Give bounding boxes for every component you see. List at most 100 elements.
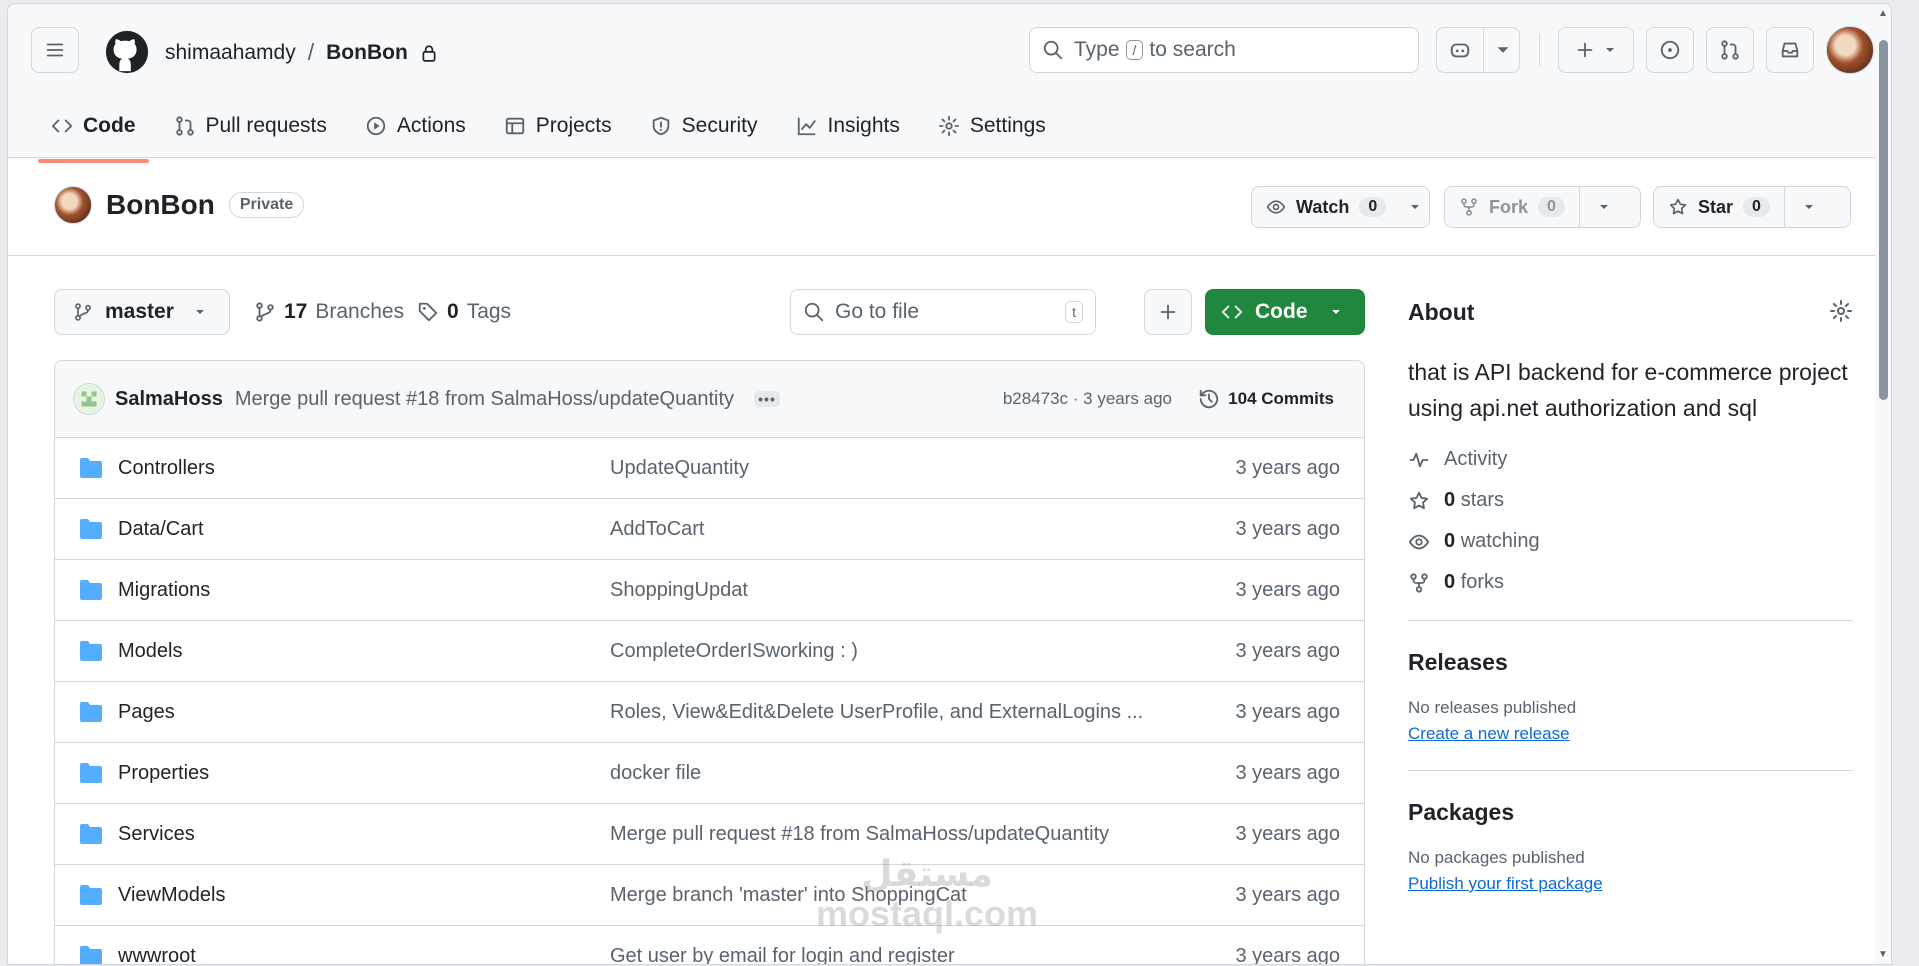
table-row[interactable]: wwwroot Get user by email for login and r…	[55, 926, 1364, 965]
file-name[interactable]: Controllers	[118, 457, 215, 480]
search-input[interactable]: Type / to search	[1029, 27, 1419, 73]
file-commit-message[interactable]: docker file	[610, 762, 701, 785]
file-commit-message[interactable]: ShoppingUpdat	[610, 579, 748, 602]
file-name[interactable]: Migrations	[118, 579, 210, 602]
releases-title[interactable]: Releases	[1408, 649, 1853, 676]
tags-count: 0	[447, 300, 459, 323]
forks-count: 0	[1444, 571, 1456, 593]
star-icon	[1410, 491, 1428, 509]
file-commit-message[interactable]: Get user by email for login and register	[610, 945, 955, 965]
table-row[interactable]: Controllers UpdateQuantity 3 years ago	[55, 438, 1364, 499]
branch-selector[interactable]: master	[54, 289, 230, 335]
file-name[interactable]: ViewModels	[118, 884, 225, 907]
scrollbar[interactable]: ▲ ▼	[1875, 4, 1891, 964]
repo-name[interactable]: BonBon	[106, 189, 215, 221]
tab-label: Insights	[827, 114, 900, 137]
file-commit-date: 3 years ago	[1235, 456, 1340, 479]
stars-link[interactable]: 0 stars	[1408, 489, 1853, 512]
tab-pull-requests[interactable]: Pull requests	[161, 104, 340, 152]
owner-avatar[interactable]	[54, 186, 92, 224]
copilot-button[interactable]	[1436, 27, 1520, 73]
create-release-link[interactable]: Create a new release	[1408, 724, 1853, 744]
packages-section: Packages No packages published Publish y…	[1408, 799, 1853, 894]
table-row[interactable]: Pages Roles, View&Edit&Delete UserProfile…	[55, 682, 1364, 743]
watch-button[interactable]: Watch 0	[1252, 187, 1400, 227]
commits-link[interactable]: 104 Commits	[1198, 388, 1334, 410]
folder-icon	[80, 580, 102, 600]
commits-count: 104 Commits	[1228, 389, 1334, 408]
go-to-file-placeholder: Go to file	[835, 300, 920, 323]
commit-sha-time[interactable]: b28473c · 3 years ago	[1003, 389, 1172, 409]
file-commit-message[interactable]: UpdateQuantity	[610, 457, 749, 480]
go-to-file-input[interactable]: Go to file t	[790, 289, 1096, 335]
tab-projects[interactable]: Projects	[491, 104, 625, 152]
forks-link[interactable]: 0 forks	[1408, 571, 1853, 594]
folder-icon	[80, 763, 102, 783]
add-file-button[interactable]	[1144, 289, 1192, 335]
tab-security[interactable]: Security	[637, 104, 771, 152]
tab-code[interactable]: Code	[38, 104, 149, 163]
commit-details-toggle[interactable]: •••	[754, 391, 780, 407]
file-commit-date: 3 years ago	[1235, 883, 1340, 906]
publish-package-link[interactable]: Publish your first package	[1408, 874, 1853, 894]
inbox-button[interactable]	[1766, 27, 1814, 73]
scroll-down-arrow[interactable]: ▼	[1878, 949, 1888, 960]
file-commit-message[interactable]: Merge pull request #18 from SalmaHoss/up…	[610, 823, 1109, 846]
commit-author-avatar[interactable]	[73, 383, 105, 415]
folder-icon	[80, 824, 102, 844]
pull-request-icon	[1721, 40, 1739, 60]
repo-link[interactable]: BonBon	[326, 41, 408, 65]
file-name[interactable]: Data/Cart	[118, 518, 204, 541]
watching-link[interactable]: 0 watching	[1408, 530, 1853, 553]
star-button[interactable]: Star 0	[1654, 187, 1785, 227]
code-dropdown-button[interactable]: Code	[1205, 289, 1365, 335]
fork-dropdown[interactable]	[1580, 187, 1628, 227]
packages-title[interactable]: Packages	[1408, 799, 1853, 826]
commit-author[interactable]: SalmaHoss	[115, 388, 223, 411]
star-dropdown[interactable]	[1785, 187, 1833, 227]
scrollbar-thumb[interactable]	[1879, 40, 1888, 400]
graph-icon	[797, 117, 816, 136]
table-row[interactable]: Properties docker file 3 years ago	[55, 743, 1364, 804]
file-commit-message[interactable]: CompleteOrderISworking : )	[610, 640, 858, 663]
menu-button[interactable]	[31, 27, 79, 73]
table-row[interactable]: Models CompleteOrderISworking : ) 3 years …	[55, 621, 1364, 682]
caret-down-icon	[1606, 48, 1614, 52]
file-name[interactable]: Properties	[118, 762, 209, 785]
file-name[interactable]: Models	[118, 640, 182, 663]
tab-insights[interactable]: Insights	[783, 104, 913, 152]
commit-message[interactable]: Merge pull request #18 from SalmaHoss/up…	[235, 388, 734, 411]
fork-button[interactable]: Fork 0	[1445, 187, 1580, 227]
user-avatar[interactable]	[1826, 26, 1874, 74]
tab-settings[interactable]: Settings	[925, 104, 1059, 152]
caret-down-icon	[1410, 205, 1419, 209]
gear-icon[interactable]	[1829, 299, 1853, 323]
table-row[interactable]: ViewModels Merge branch 'master' into Sho…	[55, 865, 1364, 926]
caret-down-icon	[1497, 47, 1508, 53]
scroll-up-arrow[interactable]: ▲	[1878, 8, 1888, 19]
search-icon	[804, 302, 824, 322]
star-count: 0	[1743, 197, 1770, 217]
file-commit-message[interactable]: Roles, View&Edit&Delete UserProfile, and…	[610, 701, 1143, 724]
search-prefix: Type	[1074, 38, 1120, 61]
watch-dropdown[interactable]	[1400, 187, 1429, 227]
file-commit-message[interactable]: AddToCart	[610, 518, 705, 541]
table-row[interactable]: Services Merge pull request #18 from Salm…	[55, 804, 1364, 865]
about-sidebar: About that is API backend for e-commerce…	[1408, 299, 1853, 894]
pull-requests-button[interactable]	[1706, 27, 1754, 73]
file-name[interactable]: Services	[118, 823, 195, 846]
table-row[interactable]: Migrations ShoppingUpdat 3 years ago	[55, 560, 1364, 621]
lock-icon	[422, 44, 436, 62]
tags-link[interactable]: 0 Tags	[417, 289, 511, 335]
activity-link[interactable]: Activity	[1408, 448, 1853, 471]
file-name[interactable]: wwwroot	[118, 945, 196, 965]
github-logo[interactable]	[104, 29, 150, 75]
tab-actions[interactable]: Actions	[352, 104, 479, 152]
copilot-dropdown[interactable]	[1483, 28, 1521, 72]
file-name[interactable]: Pages	[118, 701, 175, 724]
branches-link[interactable]: 17 Branches	[254, 289, 404, 335]
table-row[interactable]: Data/Cart AddToCart 3 years ago	[55, 499, 1364, 560]
issues-button[interactable]	[1646, 27, 1694, 73]
owner-link[interactable]: shimaahamdy	[165, 41, 296, 65]
create-new-button[interactable]	[1558, 27, 1634, 73]
